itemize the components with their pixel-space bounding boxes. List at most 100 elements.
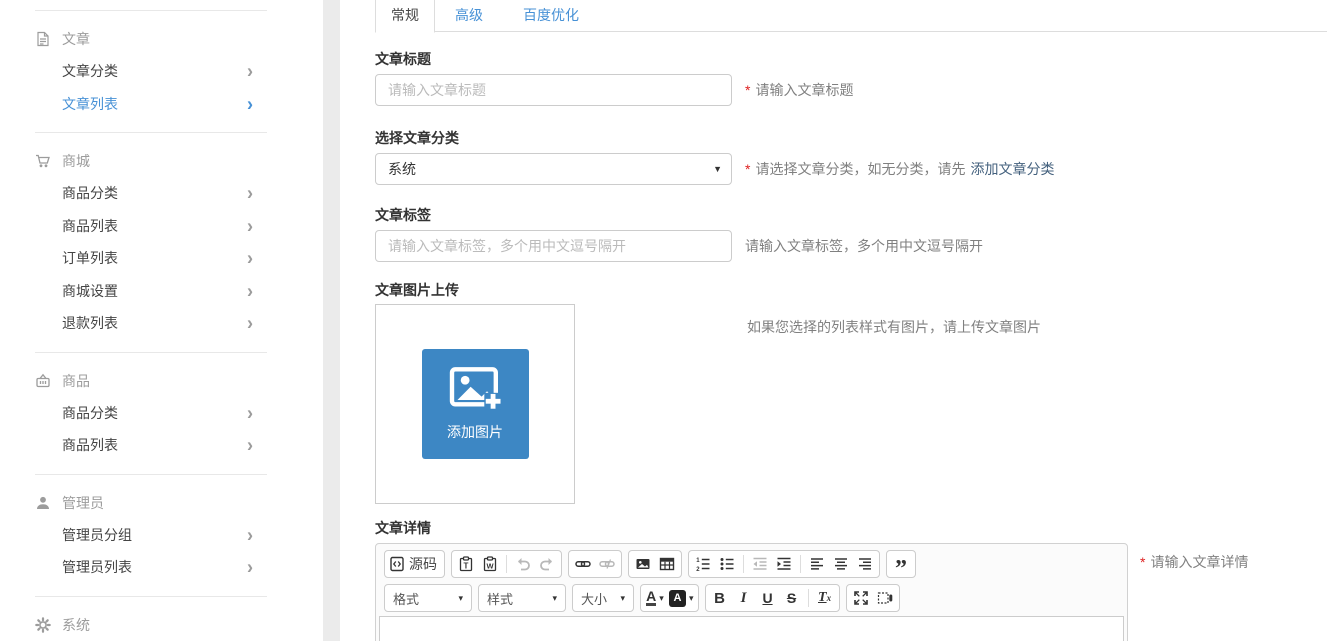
chevron-right-icon: › bbox=[247, 94, 253, 114]
text-color-button[interactable]: A ▾ bbox=[643, 586, 667, 610]
toolbar-group-clipboard: T W bbox=[451, 550, 562, 578]
dropdown-caret-icon: ▾ bbox=[620, 593, 625, 604]
sidebar-item-refund-list[interactable]: 退款列表› bbox=[35, 307, 267, 340]
undo-button[interactable] bbox=[511, 552, 535, 576]
background-color-button[interactable]: A ▾ bbox=[667, 586, 696, 610]
underline-button[interactable]: U bbox=[756, 586, 780, 610]
tab-advanced[interactable]: 高级 bbox=[435, 0, 503, 33]
image-plus-icon bbox=[448, 366, 502, 412]
outdent-button[interactable] bbox=[748, 552, 772, 576]
size-dropdown[interactable]: 大小 ▾ bbox=[572, 584, 634, 612]
paste-word-button[interactable]: W bbox=[478, 552, 502, 576]
sidebar-item-label: 商品分类 bbox=[62, 403, 118, 423]
article-title-hint: * 请输入文章标题 bbox=[745, 80, 853, 100]
align-right-icon bbox=[857, 556, 873, 572]
sidebar-item-order-list[interactable]: 订单列表› bbox=[35, 242, 267, 275]
insert-table-button[interactable] bbox=[655, 552, 679, 576]
strikethrough-button[interactable]: S bbox=[780, 586, 804, 610]
editor-content-area[interactable] bbox=[379, 616, 1124, 641]
article-tags-input[interactable] bbox=[375, 230, 732, 262]
text-color-icon: A bbox=[646, 590, 656, 606]
editor-toolbar-row-1: 源码 T W bbox=[379, 547, 1124, 581]
align-center-button[interactable] bbox=[829, 552, 853, 576]
sidebar-section-system: 系统 基本信息› bbox=[35, 596, 267, 641]
sidebar-item-admin-list[interactable]: 管理员列表 › bbox=[35, 551, 267, 584]
add-image-button[interactable]: 添加图片 bbox=[422, 349, 529, 459]
paste-text-icon: T bbox=[458, 556, 474, 572]
chevron-right-icon: › bbox=[247, 435, 253, 455]
hint-text: 请输入文章详情 bbox=[1150, 552, 1248, 572]
sidebar-item-label: 管理员分组 bbox=[62, 525, 132, 545]
sidebar-group-products[interactable]: 商品 bbox=[35, 365, 267, 397]
bold-button[interactable]: B bbox=[708, 586, 732, 610]
format-dropdown[interactable]: 格式 ▾ bbox=[384, 584, 472, 612]
add-article-category-link[interactable]: 添加文章分类 bbox=[970, 159, 1054, 179]
cart-icon bbox=[35, 153, 51, 169]
sidebar-item-product-category[interactable]: 商品分类 › bbox=[35, 397, 267, 430]
link-button[interactable] bbox=[571, 552, 595, 576]
remove-format-button[interactable]: Tx bbox=[813, 586, 837, 610]
blockquote-button[interactable]: ” bbox=[889, 552, 913, 576]
article-title-label: 文章标题 bbox=[375, 51, 1327, 68]
background-color-icon: A bbox=[669, 590, 686, 607]
basket-icon bbox=[35, 373, 51, 389]
sidebar-item-admin-group[interactable]: 管理员分组 › bbox=[35, 519, 267, 552]
styles-dropdown-label: 样式 bbox=[487, 589, 513, 608]
hint-text: 请选择文章分类，如无分类，请先 bbox=[755, 159, 965, 179]
article-title-input[interactable] bbox=[375, 74, 732, 106]
unordered-list-button[interactable] bbox=[715, 552, 739, 576]
sidebar-group-mall[interactable]: 商城 bbox=[35, 145, 267, 177]
sidebar-group-articles[interactable]: 文章 bbox=[35, 23, 267, 55]
sidebar-group-system[interactable]: 系统 bbox=[35, 609, 267, 641]
styles-dropdown[interactable]: 样式 ▾ bbox=[478, 584, 566, 612]
align-right-button[interactable] bbox=[853, 552, 877, 576]
sidebar-section-articles: 文章 文章分类 › 文章列表 › bbox=[35, 10, 267, 132]
indent-icon bbox=[776, 556, 792, 572]
sidebar-item-label: 商城设置 bbox=[62, 281, 118, 301]
sidebar-item-article-category[interactable]: 文章分类 › bbox=[35, 55, 267, 88]
sidebar-item-product-list[interactable]: 商品列表 › bbox=[35, 429, 267, 462]
tab-baidu-seo[interactable]: 百度优化 bbox=[503, 0, 599, 33]
show-blocks-button[interactable] bbox=[873, 586, 897, 610]
sidebar-item-mall-settings[interactable]: 商城设置› bbox=[35, 275, 267, 308]
toolbar-group-paragraph: 12 bbox=[688, 550, 880, 578]
tab-general[interactable]: 常规 bbox=[375, 0, 435, 33]
unordered-list-icon bbox=[719, 556, 735, 572]
paste-word-icon: W bbox=[482, 556, 498, 572]
user-icon bbox=[35, 495, 51, 511]
italic-button[interactable]: I bbox=[732, 586, 756, 610]
chevron-right-icon: › bbox=[247, 557, 253, 577]
sidebar-item-label: 文章列表 bbox=[62, 94, 118, 114]
sidebar-item-label: 商品列表 bbox=[62, 435, 118, 455]
article-detail-label: 文章详情 bbox=[375, 520, 1327, 537]
sidebar-group-label: 系统 bbox=[62, 615, 90, 635]
unlink-icon bbox=[599, 556, 615, 572]
indent-button[interactable] bbox=[772, 552, 796, 576]
redo-button[interactable] bbox=[535, 552, 559, 576]
insert-image-button[interactable] bbox=[631, 552, 655, 576]
toolbar-group-quote: ” bbox=[886, 550, 916, 578]
sidebar-group-admin[interactable]: 管理员 bbox=[35, 487, 267, 519]
add-image-label: 添加图片 bbox=[447, 422, 503, 442]
sidebar-item-label: 管理员列表 bbox=[62, 557, 132, 577]
article-category-select[interactable]: 系统 bbox=[375, 153, 732, 185]
paste-text-button[interactable]: T bbox=[454, 552, 478, 576]
tab-bar: 常规 高级 百度优化 bbox=[375, 0, 1327, 32]
sidebar-item-article-list[interactable]: 文章列表 › bbox=[35, 88, 267, 121]
sidebar-item-goods-list[interactable]: 商品列表› bbox=[35, 210, 267, 243]
toolbar-separator bbox=[506, 555, 507, 573]
align-left-button[interactable] bbox=[805, 552, 829, 576]
sidebar-item-label: 订单列表 bbox=[62, 248, 118, 268]
sidebar-item-goods-category[interactable]: 商品分类› bbox=[35, 177, 267, 210]
chevron-right-icon: › bbox=[247, 525, 253, 545]
toolbar-group-tools bbox=[846, 584, 900, 612]
unlink-button[interactable] bbox=[595, 552, 619, 576]
rich-text-editor: 源码 T W bbox=[375, 543, 1128, 641]
maximize-button[interactable] bbox=[849, 586, 873, 610]
ordered-list-button[interactable]: 12 bbox=[691, 552, 715, 576]
show-blocks-icon bbox=[877, 590, 893, 606]
file-text-icon bbox=[35, 31, 51, 47]
chevron-right-icon: › bbox=[247, 403, 253, 423]
source-button-label: 源码 bbox=[409, 554, 437, 574]
source-button[interactable]: 源码 bbox=[387, 552, 442, 576]
